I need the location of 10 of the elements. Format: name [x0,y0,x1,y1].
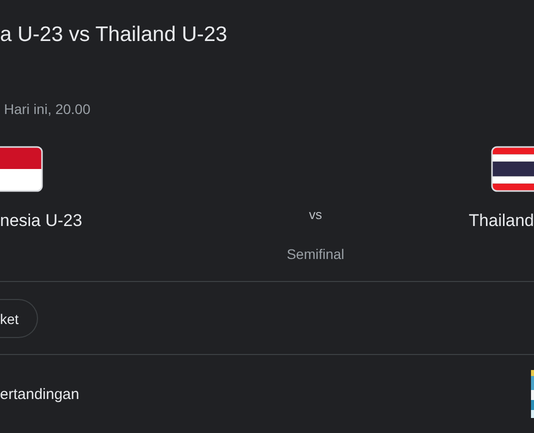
flag-icon [0,145,44,193]
team-name: Thailand [468,210,534,232]
vs-label: vs [309,207,322,223]
match-time: Hari ini, 20.00 [3,100,92,118]
flag-icon [490,145,534,193]
ticket-button[interactable]: ket [0,299,38,338]
team-name: nesia U-23 [0,210,82,232]
match-stage: Semifinal [286,245,344,263]
match-title: a U-23 vs Thailand U-23 [0,22,228,48]
section-link[interactable]: ertandingan [0,384,80,404]
